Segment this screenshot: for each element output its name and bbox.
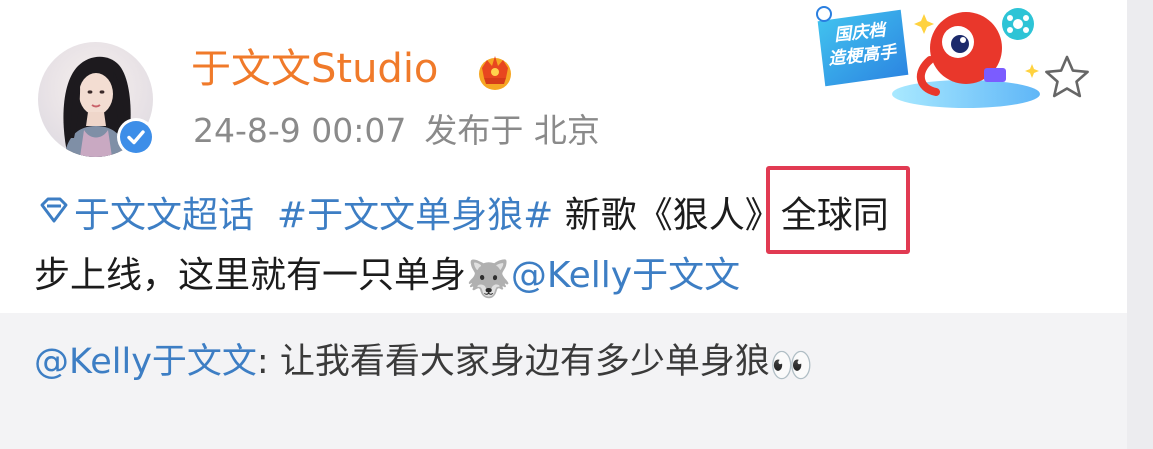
super-topic-diamond-icon: [40, 197, 68, 223]
content-text-1: 新歌: [553, 195, 637, 236]
super-topic-link[interactable]: 于文文超话: [74, 195, 254, 236]
mention-link[interactable]: @Kelly于文文: [511, 255, 740, 296]
vip-crown-icon: [479, 56, 511, 90]
repost-separator: :: [256, 342, 280, 382]
author-name[interactable]: 于文文Studio: [191, 44, 438, 94]
eyes-emoji: 👀: [769, 346, 814, 386]
post-content: 于文文超话 #于文文单身狼# 新歌《狠人》全球同 步上线，这里就有一只单身🐺@K…: [34, 186, 1114, 310]
song-title-highlight-box: [766, 166, 910, 254]
content-line-1: 于文文超话 #于文文单身狼# 新歌《狠人》全球同: [34, 186, 1114, 246]
song-title: 《狠人》: [636, 195, 781, 236]
hashtag-link[interactable]: #于文文单身狼#: [277, 195, 553, 236]
repost-text: @Kelly于文文: 让我看看大家身边有多少单身狼👀: [34, 334, 813, 394]
verified-badge: [117, 118, 155, 156]
repost-mention-link[interactable]: @Kelly于文文: [34, 342, 257, 382]
content-text-3: 步上线，这里就有一只单身: [34, 255, 467, 296]
star-outline-icon[interactable]: [1042, 52, 1092, 102]
scroll-edge: [1127, 0, 1153, 449]
post-timestamp: 24-8-9 00:07: [193, 111, 407, 150]
weibo-post-card: 于文文Studio 24-8-9 00:07 发布于 北京 国庆档 造梗高手 于…: [0, 0, 1127, 449]
sticker-label: 国庆档 造梗高手: [816, 18, 906, 73]
post-location: 发布于 北京: [424, 111, 600, 150]
wolf-emoji: 🐺: [466, 259, 511, 300]
repost-body: 让我看看大家身边有多少单身狼: [279, 342, 770, 382]
content-line-2: 步上线，这里就有一只单身🐺@Kelly于文文: [34, 246, 1114, 310]
post-meta: 24-8-9 00:07 发布于 北京: [193, 108, 600, 154]
verified-check-icon: [127, 130, 145, 145]
